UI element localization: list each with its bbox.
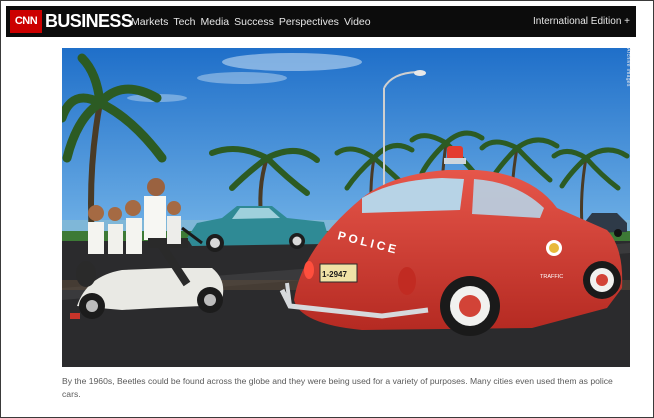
nav-item-media[interactable]: Media xyxy=(201,16,230,28)
top-navbar: CNN BUSINESS Markets Tech Media Success … xyxy=(6,6,636,37)
cnn-logo[interactable]: CNN xyxy=(10,10,42,33)
nav-item-perspectives[interactable]: Perspectives xyxy=(279,16,339,28)
nav-item-success[interactable]: Success xyxy=(234,16,274,28)
photo-credit: Archive Images xyxy=(625,48,631,87)
license-plate-text: 1-2947 xyxy=(322,270,347,279)
police-beetle-photo: POLICE 1-2947 TRAFFIC xyxy=(62,48,630,367)
nav-item-tech[interactable]: Tech xyxy=(173,16,195,28)
cloud xyxy=(197,72,287,84)
nav-item-video[interactable]: Video xyxy=(344,16,371,28)
cloud xyxy=(222,53,362,71)
photo-caption: By the 1960s, Beetles could be found acr… xyxy=(62,376,613,399)
nav-links: Markets Tech Media Success Perspectives … xyxy=(131,6,376,37)
nav-item-markets[interactable]: Markets xyxy=(131,16,168,28)
business-logo[interactable]: BUSINESS xyxy=(45,10,133,33)
traffic-lettering: TRAFFIC xyxy=(540,274,563,280)
article-photo: POLICE 1-2947 TRAFFIC xyxy=(62,48,630,367)
edition-selector[interactable]: International Edition + xyxy=(533,6,630,37)
